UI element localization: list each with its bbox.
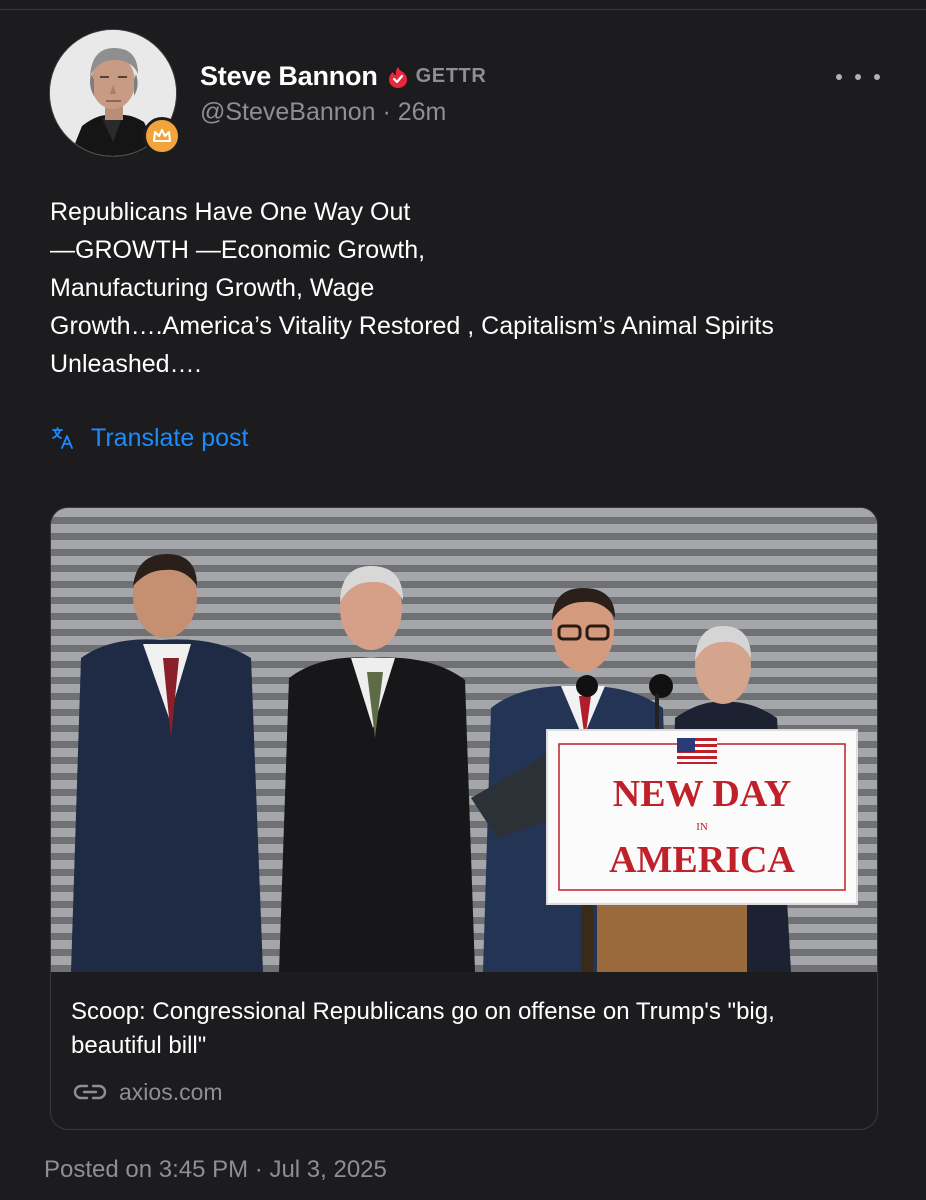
top-divider: [0, 9, 926, 10]
translate-post-label: Translate post: [91, 423, 249, 452]
translate-icon: [52, 427, 73, 449]
sign-line-3: AMERICA: [609, 839, 795, 881]
meta-separator: ·: [382, 98, 391, 126]
sign-line-1: NEW DAY: [613, 773, 791, 815]
posted-on-timestamp: Posted on 3:45 PM · Jul 3, 2025: [44, 1156, 387, 1183]
author-name-row: Steve Bannon GETTR: [200, 58, 486, 94]
author-display-name[interactable]: Steve Bannon: [200, 61, 378, 92]
link-preview-image: NEW DAY IN AMERICA: [51, 508, 877, 972]
verified-flame-icon: [388, 67, 407, 88]
gettr-post: Steve Bannon GETTR @SteveBannon · 26m Re…: [0, 0, 926, 1200]
sign-line-2: IN: [696, 821, 708, 833]
author-handle[interactable]: @SteveBannon: [200, 98, 376, 126]
more-dot-icon: [874, 74, 880, 80]
post-time-ago: 26m: [397, 98, 447, 126]
more-dot-icon: [855, 74, 861, 80]
post-text: Republicans Have One Way Out —GROWTH —Ec…: [50, 198, 774, 378]
translate-post-button[interactable]: Translate post: [50, 420, 248, 456]
sign-flag-icon: [677, 738, 717, 764]
platform-badge: GETTR: [415, 64, 487, 87]
link-icon: [73, 1084, 107, 1100]
crown-badge: [143, 117, 181, 155]
more-dot-icon: [836, 74, 842, 80]
author-handle-row: @SteveBannon · 26m: [200, 98, 446, 127]
crown-icon: [153, 129, 171, 142]
more-options-button[interactable]: [836, 64, 880, 90]
link-preview-card[interactable]: NEW DAY IN AMERICA Scoop: Congressional …: [50, 507, 878, 1130]
link-card-title: Scoop: Congressional Republicans go on o…: [71, 998, 775, 1059]
link-card-domain: axios.com: [119, 1078, 223, 1105]
link-card-domain-row: axios.com: [73, 1076, 223, 1108]
